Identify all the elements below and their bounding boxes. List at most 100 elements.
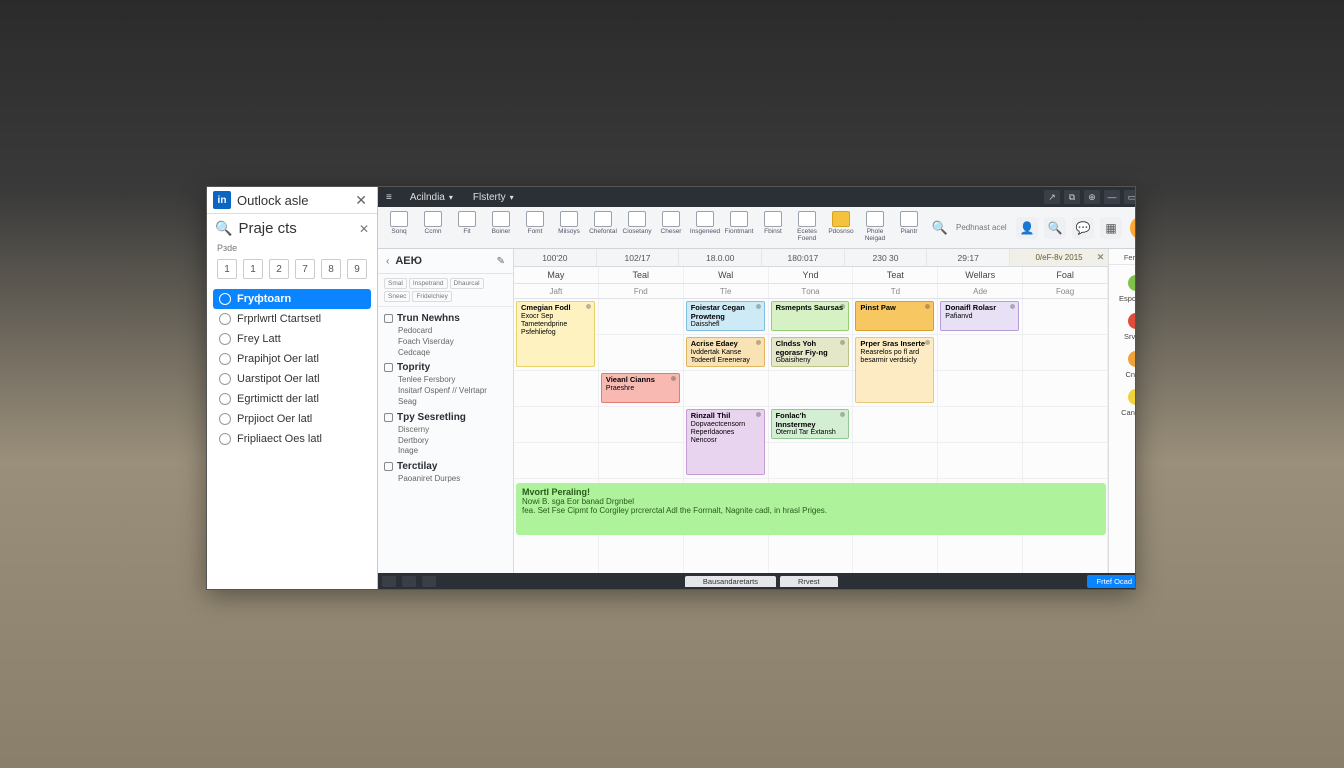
agenda-back-icon[interactable]: ‹ — [386, 256, 389, 267]
agenda-chip-1[interactable]: Inspetrand — [409, 278, 448, 289]
pager-cell-2[interactable]: 2 — [269, 259, 289, 279]
agenda-item[interactable]: Inage — [398, 446, 507, 457]
mini-item-1[interactable]: Srvalie — [1119, 313, 1136, 341]
agenda-item[interactable]: Cedcaqe — [398, 348, 507, 359]
agenda-item[interactable]: Paoaniret Durpes — [398, 474, 507, 485]
status-tab-2[interactable]: Rrvest — [780, 576, 838, 587]
status-tab-1[interactable]: Bausandaretarts — [685, 576, 776, 587]
agenda-item[interactable]: Discerny — [398, 425, 507, 436]
window-button-2[interactable]: ⊕ — [1084, 190, 1100, 204]
agenda-chip-3[interactable]: Sneec — [384, 291, 410, 302]
agenda-chip-0[interactable]: Smal — [384, 278, 407, 289]
checkbox-icon[interactable] — [384, 413, 393, 422]
calendar-event-2[interactable]: Rsmepnts Saursas — [771, 301, 850, 331]
ribbon-grid-icon[interactable]: ▦ — [1100, 217, 1122, 239]
agenda-section-header[interactable]: Toprity — [384, 362, 507, 373]
ribbon-group-4[interactable]: Fomt — [518, 210, 552, 242]
sidebar-item-0[interactable]: Fryфtoarn — [213, 289, 371, 309]
ribbon-search2-icon[interactable]: 🔍 — [1044, 217, 1066, 239]
window-button-4[interactable]: ▭ — [1124, 190, 1136, 204]
ribbon-user-icon[interactable]: 👤 — [1016, 217, 1038, 239]
pager-cell-5[interactable]: 9 — [347, 259, 367, 279]
ribbon-label: Ccmn — [425, 229, 442, 236]
status-icon-3[interactable] — [422, 576, 436, 587]
ribbon-group-9[interactable]: Insgeneed — [688, 210, 722, 242]
calendar-event-4[interactable]: Donaifl RolasrPafianvd — [940, 301, 1019, 331]
window-button-0[interactable]: ↗ — [1044, 190, 1060, 204]
mini-item-2[interactable]: Cnralt — [1119, 351, 1136, 379]
ribbon-group-3[interactable]: Boiner — [484, 210, 518, 242]
ribbon-group-5[interactable]: Milsoys — [552, 210, 586, 242]
agenda-item[interactable]: Tenlee Fersbory — [398, 375, 507, 386]
sidebar-item-3[interactable]: Prapihjot Oеr latl — [213, 349, 371, 369]
sidebar-close-icon[interactable]: ✕ — [351, 192, 371, 209]
ribbon-group-13[interactable]: Pdosnso — [824, 210, 858, 242]
ribbon-group-11[interactable]: Fbinst — [756, 210, 790, 242]
calendar-event-7[interactable]: Prper Sras InserteReasrelos po fl ard be… — [855, 337, 934, 403]
sidebar-search-label[interactable]: Praje cts — [238, 220, 353, 237]
pager-cell-1[interactable]: 1 — [243, 259, 263, 279]
dow-cell: Fnd — [599, 284, 684, 298]
sidebar-item-5[interactable]: Egrtimictt dеr latl — [213, 389, 371, 409]
status-primary-button[interactable]: Frtef Ocad — [1087, 575, 1136, 588]
agenda-item[interactable]: Pedocard — [398, 326, 507, 337]
ribbon-group-6[interactable]: Chefontal — [586, 210, 620, 242]
event-title: Vieanl Cianns — [606, 376, 675, 385]
calendar-event-10[interactable]: Fonlac'h InnstermeyOterrul Tar Extansh — [771, 409, 850, 439]
calendar-note[interactable]: Mvortl Peraling!Nowi В. sga Eor banad Dr… — [516, 483, 1106, 535]
agenda-section-header[interactable]: Trun Newhns — [384, 313, 507, 324]
ribbon-group-12[interactable]: Ecetes Foend — [790, 210, 824, 242]
calendar-event-9[interactable]: Rinzall ThilDopvaectcensorn Reperldaones… — [686, 409, 765, 475]
status-icon-2[interactable] — [402, 576, 416, 587]
calendar-event-6[interactable]: Clndss Yoh egorasr Fiy-ngGbaisiheny — [771, 337, 850, 367]
calendar-event-3[interactable]: Pinst Paw — [855, 301, 934, 331]
ribbon-group-14[interactable]: Phole Neigad — [858, 210, 892, 242]
agenda-item[interactable]: Dertbory — [398, 436, 507, 447]
ribbon-group-15[interactable]: Piantr — [892, 210, 926, 242]
checkbox-icon[interactable] — [384, 314, 393, 323]
mini-panel-close-icon[interactable]: ✕ — [1097, 252, 1105, 263]
ribbon-chat-icon[interactable]: 💬 — [1072, 217, 1094, 239]
sidebar-item-6[interactable]: Prpjioct Oеr latl — [213, 409, 371, 429]
hamburger-icon[interactable]: ≡ — [378, 192, 400, 203]
checkbox-icon[interactable] — [384, 462, 393, 471]
mini-item-3[interactable]: Canrters — [1119, 389, 1136, 417]
pager-cell-4[interactable]: 8 — [321, 259, 341, 279]
window-button-1[interactable]: ⧉ — [1064, 190, 1080, 204]
agenda-section-header[interactable]: Terctilay — [384, 461, 507, 472]
pager-cell-3[interactable]: 7 — [295, 259, 315, 279]
ribbon-group-10[interactable]: Fiontmant — [722, 210, 756, 242]
sidebar-item-4[interactable]: Uarstipot Oеr latl — [213, 369, 371, 389]
clear-search-icon[interactable]: ✕ — [359, 222, 369, 236]
ribbon-search-input[interactable]: Pedhnast acel — [952, 218, 1012, 238]
calendar-event-0[interactable]: Cmegian FodlExocr Sep Tametendprine Psfe… — [516, 301, 595, 367]
date-range-cell[interactable]: 0/eF-8v 2015✕ — [1010, 249, 1108, 266]
calendar-event-8[interactable]: Vieanl CiannsPrаeshre — [601, 373, 680, 403]
sidebar-item-1[interactable]: Frprlwrtl Ctaгtsetl — [213, 309, 371, 329]
ribbon-group-8[interactable]: Cheser — [654, 210, 688, 242]
agenda-item[interactable]: Insitarf Ospеnf // Vеlrtapr Seag — [398, 386, 507, 408]
calendar-event-1[interactable]: Foiestar Cegan ProwtengDaisshefl — [686, 301, 765, 331]
agenda-edit-icon[interactable]: ✎ — [497, 256, 505, 267]
ribbon-group-7[interactable]: Ciosetany — [620, 210, 654, 242]
checkbox-icon[interactable] — [384, 363, 393, 372]
agenda-item[interactable]: Foach Viseгday — [398, 337, 507, 348]
agenda-chip-2[interactable]: Dhaurcal — [450, 278, 484, 289]
ribbon-label: Ecetes Foend — [790, 229, 824, 242]
agenda-section-header[interactable]: Tpy Sesretling — [384, 412, 507, 423]
mini-item-0[interactable]: Espcoons — [1119, 275, 1136, 303]
menu-item-2[interactable]: Flsterty▾ — [463, 192, 524, 203]
sidebar-item-7[interactable]: Fripliaect Oes latl — [213, 429, 371, 449]
status-icon-1[interactable] — [382, 576, 396, 587]
ribbon-search-icon[interactable]: 🔍 — [930, 218, 950, 238]
calendar-event-5[interactable]: Acrise EdaeyIvddertak Kanse Todeertl Ere… — [686, 337, 765, 367]
menu-item-1[interactable]: Acilndia▾ — [400, 192, 463, 203]
ribbon-group-2[interactable]: Fit — [450, 210, 484, 242]
agenda-chip-4[interactable]: Fridelchiey — [412, 291, 451, 302]
pager-cell-0[interactable]: 1 — [217, 259, 237, 279]
ribbon-group-1[interactable]: Ccmn — [416, 210, 450, 242]
window-button-3[interactable]: — — [1104, 190, 1120, 204]
user-avatar[interactable] — [1130, 216, 1136, 240]
ribbon-group-0[interactable]: Sonq — [382, 210, 416, 242]
sidebar-item-2[interactable]: Fгey Latt — [213, 329, 371, 349]
